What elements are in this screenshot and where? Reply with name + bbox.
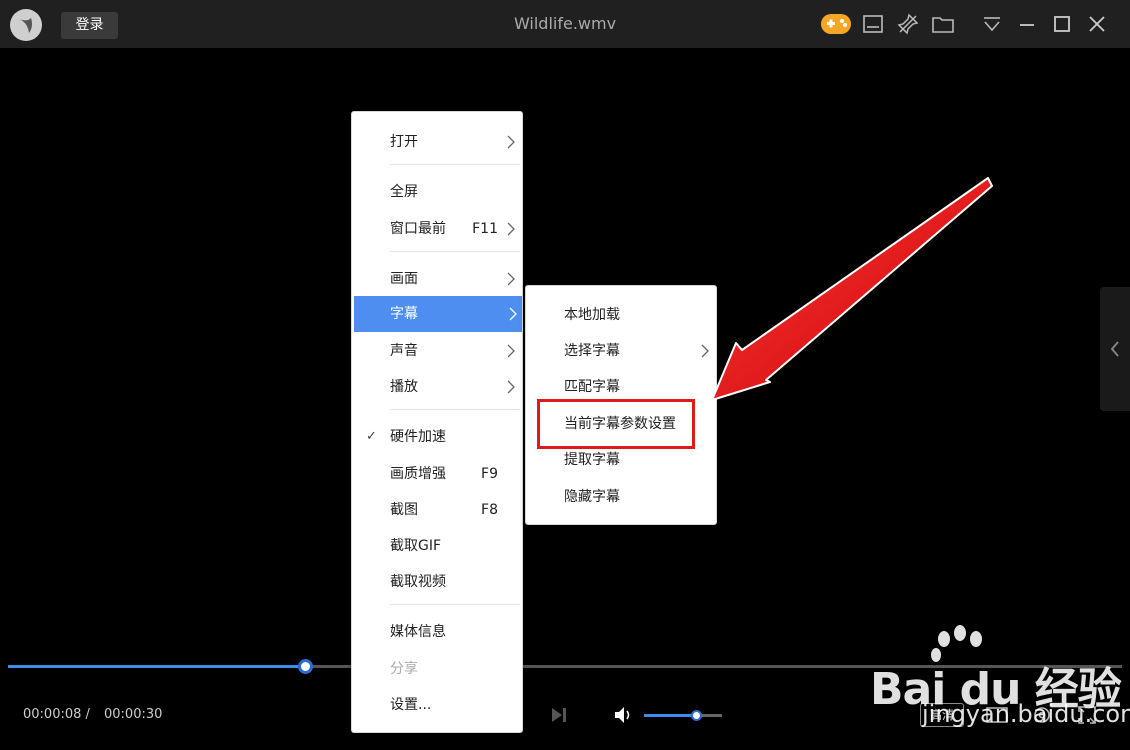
gamepad-icon[interactable] [820, 10, 852, 38]
title-bar: 登录 Wildlife.wmv [0, 0, 1130, 48]
menu-divider [390, 251, 520, 252]
volume-fill [644, 714, 697, 717]
annotation-highlight-box [537, 399, 695, 449]
baidu-watermark: Bai du 经验 jingyan.baidu.com [862, 625, 1130, 735]
menu-item-settings[interactable]: 设置... [354, 687, 520, 723]
menu-item-label: 截取GIF [390, 538, 442, 554]
chevron-right-icon [507, 344, 515, 358]
menu-item-label: 声音 [390, 343, 418, 359]
menu-item-quality-enhance[interactable]: 画质增强 F9 [354, 456, 520, 492]
menu-divider [390, 164, 520, 165]
total-time: 00:00:30 [104, 707, 163, 722]
chevron-right-icon [509, 307, 517, 321]
current-time: 00:00:08 / [23, 707, 90, 722]
login-button[interactable]: 登录 [61, 12, 118, 39]
submenu-item-select-subtitle[interactable]: 选择字幕 [528, 333, 714, 369]
shortcut-label: F11 [472, 221, 498, 237]
shortcut-label: F8 [481, 502, 498, 518]
chevron-right-icon [507, 380, 515, 394]
menu-item-subtitle[interactable]: 字幕 [354, 296, 522, 332]
menu-item-label: 全屏 [390, 184, 418, 200]
subtitle-icon[interactable] [861, 12, 885, 36]
menu-item-label: 提取字幕 [564, 452, 620, 468]
menu-item-fullscreen[interactable]: 全屏 [354, 174, 520, 210]
volume-icon[interactable] [612, 705, 634, 725]
menu-item-label: 画质增强 [390, 466, 446, 482]
side-panel-toggle[interactable] [1100, 287, 1130, 411]
checkmark-icon: ✓ [366, 429, 377, 444]
menu-item-label: 选择字幕 [564, 343, 620, 359]
menu-item-media-info[interactable]: 媒体信息 [354, 614, 520, 650]
menu-item-label: 隐藏字幕 [564, 489, 620, 505]
menu-item-share: 分享 [354, 651, 520, 687]
submenu-item-hide-subtitle[interactable]: 隐藏字幕 [528, 479, 714, 515]
menu-item-screenshot[interactable]: 截图 F8 [354, 492, 520, 528]
menu-item-open[interactable]: 打开 [354, 124, 520, 160]
dropdown-menu-icon[interactable] [980, 12, 1004, 36]
menu-item-label: 匹配字幕 [564, 379, 620, 395]
chevron-right-icon [507, 222, 515, 236]
menu-divider [390, 604, 520, 605]
window-title: Wildlife.wmv [513, 14, 617, 33]
menu-item-label: 设置... [390, 697, 432, 713]
shortcut-label: F9 [481, 466, 498, 482]
menu-item-label: 截取视频 [390, 574, 446, 590]
menu-item-label: 硬件加速 [390, 429, 446, 445]
menu-item-label: 打开 [390, 134, 418, 150]
menu-item-always-on-top[interactable]: 窗口最前 F11 [354, 211, 520, 247]
menu-item-capture-gif[interactable]: 截取GIF [354, 528, 520, 564]
menu-item-label: 画面 [390, 271, 418, 287]
next-icon[interactable] [549, 705, 569, 725]
maximize-icon[interactable] [1050, 12, 1074, 36]
close-icon[interactable] [1085, 12, 1109, 36]
menu-item-hardware-acceleration[interactable]: ✓ 硬件加速 [354, 419, 520, 455]
menu-item-picture[interactable]: 画面 [354, 261, 520, 297]
menu-item-label: 窗口最前 [390, 221, 446, 237]
chevron-right-icon [507, 135, 515, 149]
watermark-url: jingyan.baidu.com [922, 700, 1130, 728]
volume-slider[interactable] [644, 710, 722, 721]
menu-item-label: 分享 [390, 661, 418, 677]
menu-item-label: 媒体信息 [390, 624, 446, 640]
pin-icon[interactable] [896, 12, 920, 36]
menu-item-audio[interactable]: 声音 [354, 333, 520, 369]
menu-item-label: 本地加载 [564, 307, 620, 323]
submenu-item-load-local[interactable]: 本地加载 [528, 297, 714, 333]
folder-icon[interactable] [931, 12, 955, 36]
chevron-right-icon [507, 272, 515, 286]
app-logo-icon[interactable] [10, 9, 42, 41]
menu-item-label: 字幕 [390, 306, 418, 322]
menu-item-playback[interactable]: 播放 [354, 369, 520, 405]
progress-fill [8, 665, 306, 668]
context-menu: 打开 全屏 窗口最前 F11 画面 字幕 声音 播放 ✓ 硬件加速 画质增强 F… [351, 111, 523, 733]
minimize-icon[interactable] [1015, 12, 1039, 36]
menu-item-label: 截图 [390, 502, 418, 518]
chevron-right-icon [701, 344, 709, 358]
chevron-left-icon [1110, 341, 1119, 357]
menu-item-label: 播放 [390, 379, 418, 395]
menu-item-capture-video[interactable]: 截取视频 [354, 564, 520, 600]
menu-divider [390, 409, 520, 410]
